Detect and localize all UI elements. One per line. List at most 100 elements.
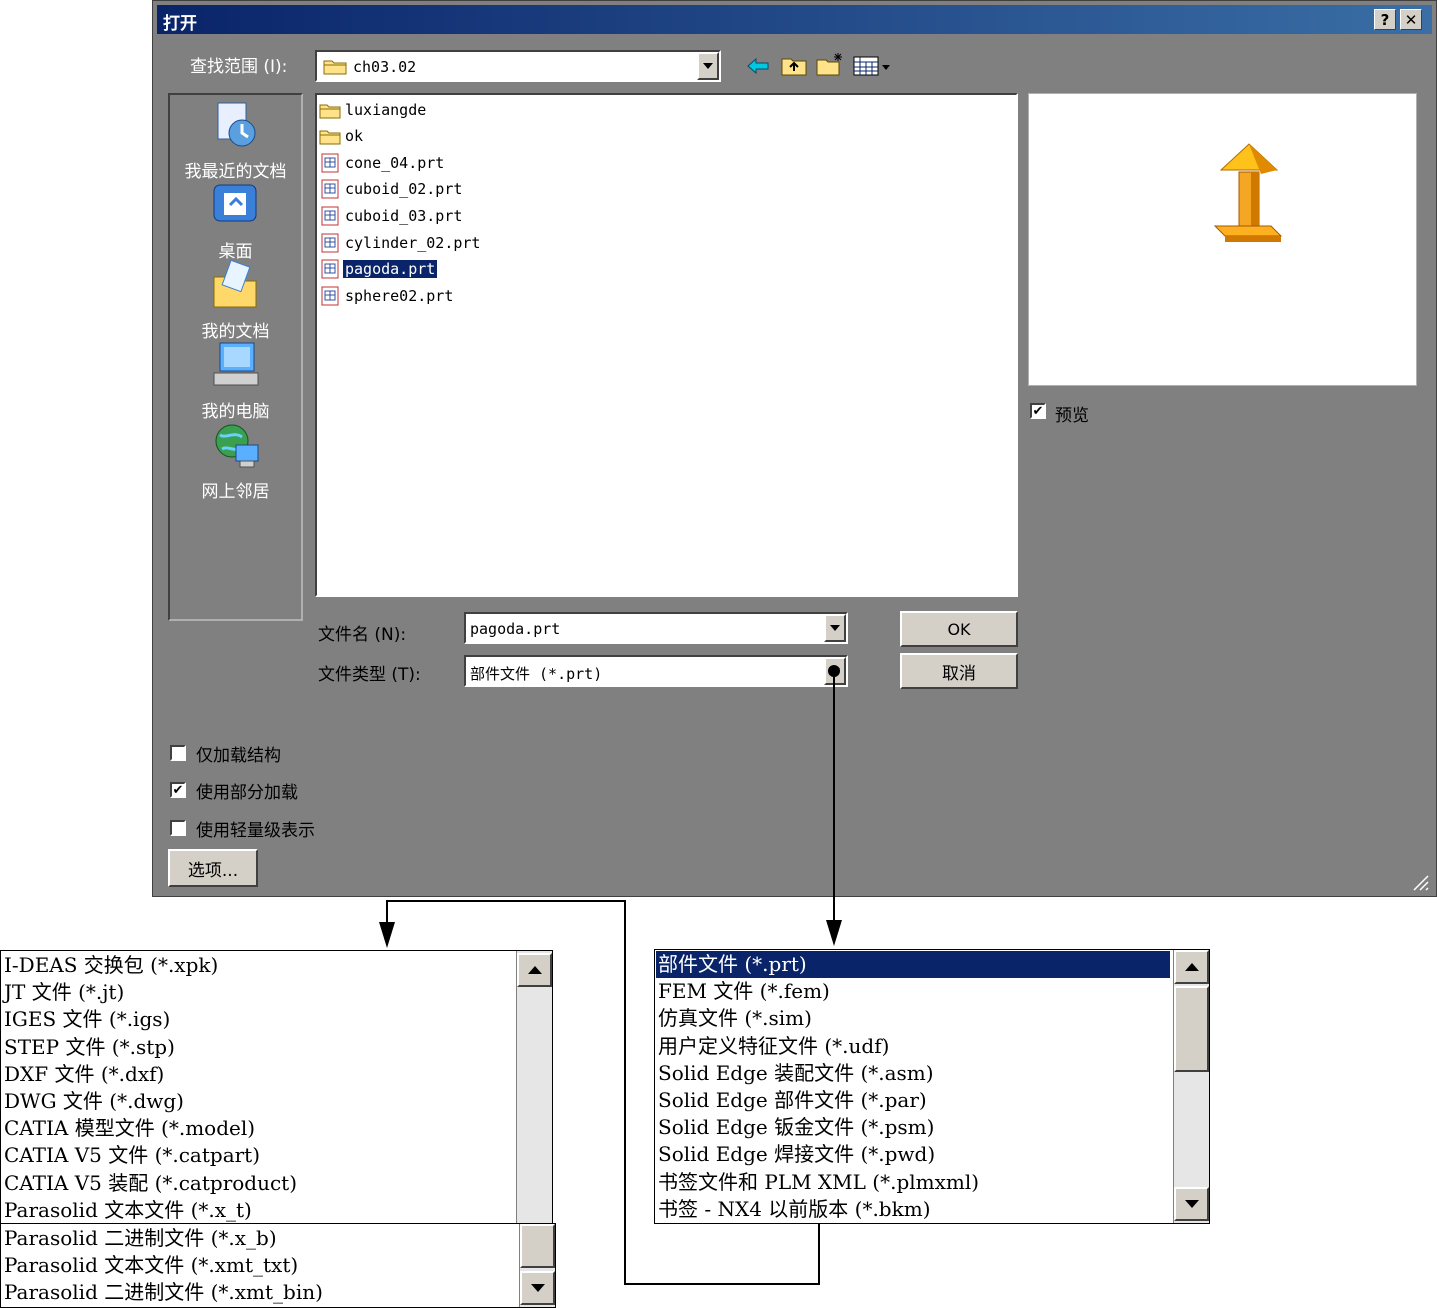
view-menu-icon[interactable] (853, 55, 891, 81)
file-type-option[interactable]: Parasolid 文本文件 (*.xmt_txt) (4, 1252, 298, 1279)
file-type-option[interactable]: CATIA V5 装配 (*.catproduct) (4, 1170, 297, 1197)
new-folder-icon[interactable] (816, 52, 844, 80)
place-network[interactable]: 网上邻居 (170, 419, 301, 502)
file-row[interactable]: sphere02.prt (319, 283, 455, 308)
file-type-option[interactable]: Parasolid 二进制文件 (*.x_b) (4, 1225, 277, 1252)
file-type-option[interactable]: CATIA V5 文件 (*.catpart) (4, 1142, 260, 1169)
file-type-option[interactable]: I-DEAS 交换包 (*.xpk) (4, 952, 218, 979)
file-row[interactable]: ok (319, 124, 365, 149)
file-type-option[interactable]: Solid Edge 焊接文件 (*.pwd) (658, 1141, 935, 1168)
load-structure-only-checkbox[interactable] (170, 745, 186, 761)
my-computer-icon (210, 339, 262, 395)
part-file-icon (319, 233, 341, 253)
scroll-thumb[interactable] (520, 1224, 555, 1268)
file-type-option[interactable]: 部件文件 (*.prt) (656, 951, 1170, 978)
callout-line (624, 1283, 820, 1285)
file-row[interactable]: cone_04.prt (319, 150, 446, 175)
part-file-icon (319, 179, 341, 199)
file-type-option[interactable]: STEP 文件 (*.stp) (4, 1034, 175, 1061)
scrollbar[interactable] (519, 1224, 555, 1307)
preview-checkbox[interactable]: ✔ (1030, 403, 1046, 419)
part-file-icon (319, 153, 341, 173)
arrow-down-icon (530, 1284, 545, 1292)
file-type-option[interactable]: 书签 - NX4 以前版本 (*.bkm) (658, 1196, 931, 1223)
file-name-label: 文件名 (N): (318, 625, 407, 645)
folder-icon (319, 126, 341, 146)
file-type-option[interactable]: CATIA 模型文件 (*.model) (4, 1115, 255, 1142)
file-name: sphere02.prt (345, 286, 454, 305)
file-type-option[interactable]: DXF 文件 (*.dxf) (4, 1061, 164, 1088)
file-type-option[interactable]: 用户定义特征文件 (*.udf) (658, 1033, 889, 1060)
file-name: cuboid_02.prt (345, 180, 463, 199)
file-type-option[interactable]: Solid Edge 装配文件 (*.asm) (658, 1060, 934, 1087)
file-type-option[interactable]: Solid Edge 钣金文件 (*.psm) (658, 1114, 934, 1141)
scroll-up-button[interactable] (1174, 950, 1209, 984)
lightweight-checkbox[interactable] (170, 820, 186, 836)
file-type-option[interactable]: JT 文件 (*.jt) (4, 979, 124, 1006)
scroll-thumb[interactable] (1174, 986, 1209, 1072)
file-type-option[interactable]: FEM 文件 (*.fem) (658, 978, 830, 1005)
file-list[interactable]: luxiangde ok cone_04.prt cuboid_02.prtcuboi… (315, 93, 1018, 597)
pagoda-model-preview (1211, 142, 1287, 248)
file-row[interactable]: cylinder_02.prt (319, 230, 482, 255)
place-my-documents[interactable]: 我的文档 (170, 259, 301, 342)
desktop-icon (210, 179, 262, 235)
file-type-list-top[interactable]: 部件文件 (*.prt) FEM 文件 (*.fem) 仿真文件 (*.sim) 用户… (654, 949, 1210, 1224)
file-type-list-end[interactable]: Parasolid 二进制文件 (*.x_b) Parasolid 文本文件 (*… (0, 1223, 556, 1308)
ok-button[interactable]: OK (900, 611, 1018, 647)
file-type-list-middle[interactable]: I-DEAS 交换包 (*.xpk) JT 文件 (*.jt) IGES 文件 (*… (0, 950, 553, 1224)
callout-line (818, 1222, 820, 1285)
place-recent[interactable]: 我最近的文档 (170, 99, 301, 182)
scrollbar[interactable] (1173, 950, 1209, 1223)
resize-grip-icon[interactable] (1410, 872, 1430, 896)
file-row[interactable]: cuboid_02.prt (319, 177, 464, 202)
look-in-combo[interactable]: ch03.02 (315, 50, 721, 82)
folder-icon (323, 57, 347, 79)
scroll-up-button[interactable] (517, 953, 552, 987)
callout-line (386, 900, 626, 902)
file-type-option[interactable]: Parasolid 文本文件 (*.x_t) (4, 1197, 252, 1224)
close-button[interactable]: ✕ (1400, 9, 1422, 30)
file-type-option[interactable]: Parasolid 二进制文件 (*.xmt_bin) (4, 1279, 323, 1306)
look-in-dropdown-button[interactable] (697, 52, 719, 80)
file-row[interactable]: cuboid_03.prt (319, 203, 464, 228)
file-name-combo[interactable]: pagoda.prt (464, 612, 848, 644)
file-type-option[interactable]: DWG 文件 (*.dwg) (4, 1088, 184, 1115)
file-name: cone_04.prt (345, 153, 445, 172)
partial-load-checkbox[interactable]: ✔ (170, 782, 186, 798)
place-my-computer[interactable]: 我的电脑 (170, 339, 301, 422)
look-in-label: 查找范围 (I): (190, 57, 288, 77)
scroll-down-button[interactable] (1174, 1187, 1209, 1221)
file-type-option[interactable]: 书签文件和 PLM XML (*.plmxml) (658, 1169, 979, 1196)
file-name: luxiangde (345, 100, 427, 119)
callout-line (624, 900, 626, 1285)
look-in-value: ch03.02 (353, 58, 417, 76)
file-row[interactable]: luxiangde (319, 97, 428, 122)
file-name: ok (345, 127, 364, 146)
file-type-option[interactable]: IGES 文件 (*.igs) (4, 1006, 170, 1033)
file-type-option[interactable]: 仿真文件 (*.sim) (658, 1005, 812, 1032)
arrow-down-icon (1184, 1200, 1199, 1208)
chevron-down-icon (703, 63, 713, 69)
up-folder-icon[interactable] (781, 54, 807, 80)
cancel-button[interactable]: 取消 (900, 653, 1018, 689)
scroll-down-button[interactable] (520, 1271, 555, 1305)
file-type-combo[interactable]: 部件文件 (*.prt) (464, 655, 848, 687)
scrollbar[interactable] (516, 951, 552, 1223)
title-bar[interactable]: 打开 ? ✕ (157, 5, 1432, 34)
file-name: cylinder_02.prt (345, 233, 481, 252)
file-type-option[interactable]: Solid Edge 部件文件 (*.par) (658, 1087, 927, 1114)
file-name-dropdown-button[interactable] (824, 614, 846, 642)
partial-load-label: 使用部分加载 (196, 783, 298, 803)
back-arrow-icon[interactable] (746, 56, 770, 80)
place-desktop[interactable]: 桌面 (170, 179, 301, 262)
file-type-label: 文件类型 (T): (318, 665, 421, 685)
file-name: pagoda.prt (341, 259, 439, 280)
file-name: cuboid_03.prt (345, 206, 463, 225)
help-button[interactable]: ? (1374, 9, 1396, 30)
recent-documents-icon (210, 99, 262, 155)
places-bar: 我最近的文档 桌面 我的文档 我的电脑 网上邻居 (168, 93, 303, 621)
options-button[interactable]: 选项... (168, 849, 258, 887)
file-row[interactable]: pagoda.prt (319, 257, 439, 282)
load-structure-only-label: 仅加载结构 (196, 746, 281, 766)
